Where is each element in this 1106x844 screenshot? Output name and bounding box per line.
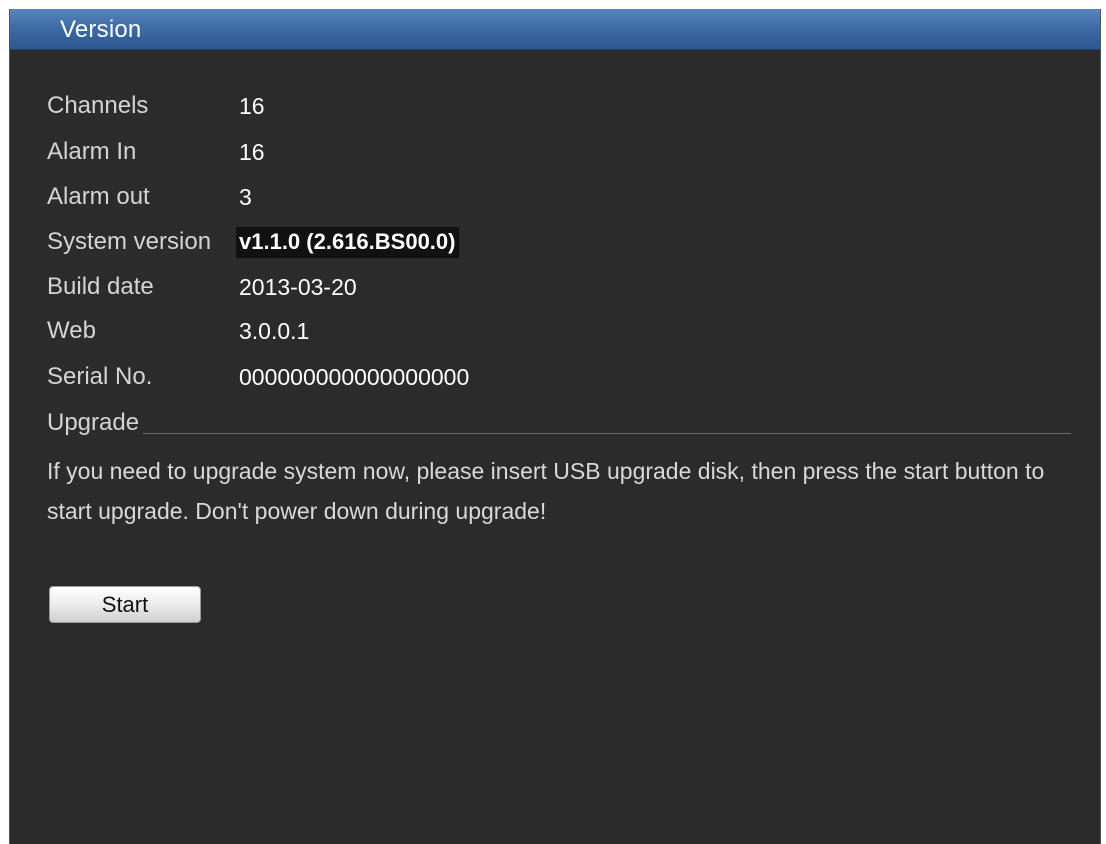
- window-title: Version: [60, 16, 142, 43]
- section-divider: [143, 432, 1071, 434]
- info-row-system-version: System version v1.1.0 (2.616.BS00.0): [47, 222, 460, 262]
- upgrade-instructions: If you need to upgrade system now, pleas…: [47, 458, 1045, 524]
- channels-label: Channels: [47, 92, 149, 119]
- upgrade-section-header: Upgrade: [47, 405, 1071, 441]
- build-date-value: 2013-03-20: [239, 273, 357, 300]
- system-version-label: System version: [47, 228, 212, 255]
- info-row-alarm-out: Alarm out 3: [47, 177, 252, 217]
- upgrade-section-label: Upgrade: [47, 409, 140, 436]
- alarm-in-label: Alarm In: [47, 138, 137, 165]
- alarm-out-value: 3: [239, 183, 252, 210]
- version-window: Version Channels 16 Alarm In 16 Alarm ou…: [9, 9, 1101, 844]
- build-date-label: Build date: [47, 273, 154, 300]
- title-bar: Version: [10, 9, 1100, 50]
- info-row-build-date: Build date 2013-03-20: [47, 267, 357, 307]
- start-upgrade-button[interactable]: Start: [49, 586, 201, 623]
- serial-no-label: Serial No.: [47, 363, 153, 390]
- alarm-out-label: Alarm out: [47, 183, 150, 210]
- info-row-web: Web 3.0.0.1: [47, 311, 309, 351]
- info-row-channels: Channels 16: [47, 86, 265, 126]
- system-version-value: v1.1.0 (2.616.BS00.0): [236, 226, 460, 258]
- serial-no-value: 000000000000000000: [239, 363, 470, 390]
- web-label: Web: [47, 317, 96, 344]
- channels-value: 16: [239, 92, 265, 119]
- alarm-in-value: 16: [239, 138, 265, 165]
- web-value: 3.0.0.1: [239, 317, 310, 344]
- info-row-serial-no: Serial No. 000000000000000000: [47, 357, 469, 397]
- info-row-alarm-in: Alarm In 16: [47, 132, 265, 172]
